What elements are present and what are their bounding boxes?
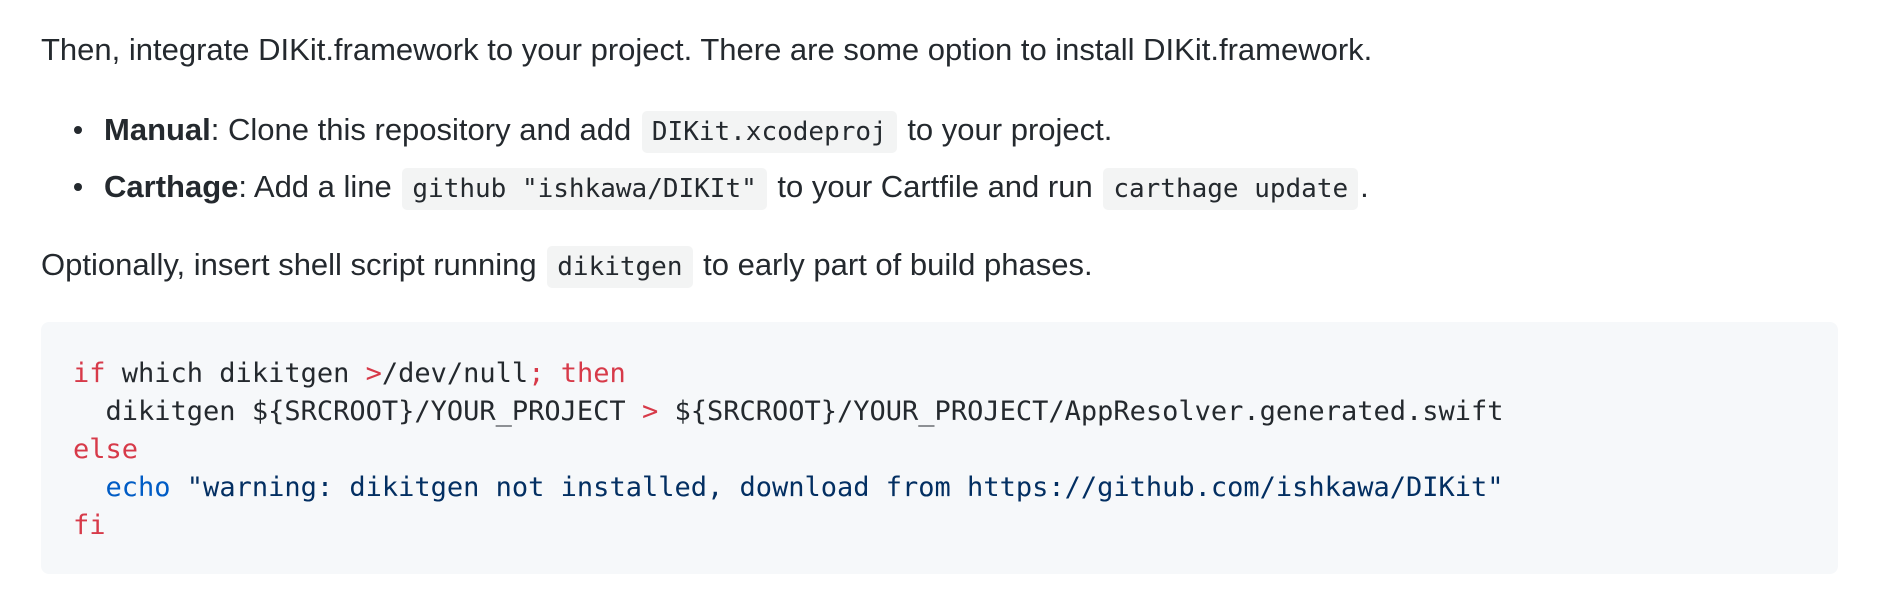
option-text: to your Cartfile and run [768,169,1102,204]
optional-text: to early part of build phases. [694,247,1093,282]
code-block[interactable]: if which dikitgen >/dev/null; then dikit… [41,322,1838,574]
operator: > [365,358,382,389]
option-text: Clone this repository and add [228,112,640,147]
keyword: then [544,358,626,389]
option-text: . [1360,169,1369,204]
list-item-carthage: Carthage: Add a line github "ishkawa/DIK… [74,163,1369,220]
keyword: fi [73,510,106,541]
shell-script[interactable]: if which dikitgen >/dev/null; then dikit… [73,355,1504,545]
inline-code: carthage update [1103,168,1359,210]
inline-code: github "ishkawa/DIKIt" [402,168,767,210]
keyword: if [73,358,106,389]
list-item-manual: Manual: Clone this repository and add DI… [74,106,1369,163]
intro-paragraph: Then, integrate DIKit.framework to your … [41,32,1373,67]
option-name: Manual [104,112,211,147]
code-text: ${SRCROOT}/YOUR_PROJECT/AppResolver.gene… [658,396,1504,427]
code-text: dikitgen ${SRCROOT}/YOUR_PROJECT [105,396,642,427]
inline-code: dikitgen [547,246,693,288]
option-text: Add a line [253,169,401,204]
inline-code: DIKit.xcodeproj [641,111,897,153]
code-text: which dikitgen [105,358,366,389]
option-separator: : [238,169,254,204]
option-text: to your project. [898,112,1113,147]
builtin: echo [105,472,171,503]
keyword: else [73,434,139,465]
option-separator: : [210,112,229,147]
code-text: /dev/null [381,358,529,389]
optional-text: Optionally, insert shell script running [41,247,546,282]
string-literal: "warning: dikitgen not installed, downlo… [170,472,1504,503]
operator: > [641,396,659,427]
option-name: Carthage [104,169,239,204]
install-options-list: Manual: Clone this repository and add DI… [41,106,1369,220]
operator: ; [528,358,545,389]
optional-paragraph: Optionally, insert shell script running … [41,242,1093,289]
